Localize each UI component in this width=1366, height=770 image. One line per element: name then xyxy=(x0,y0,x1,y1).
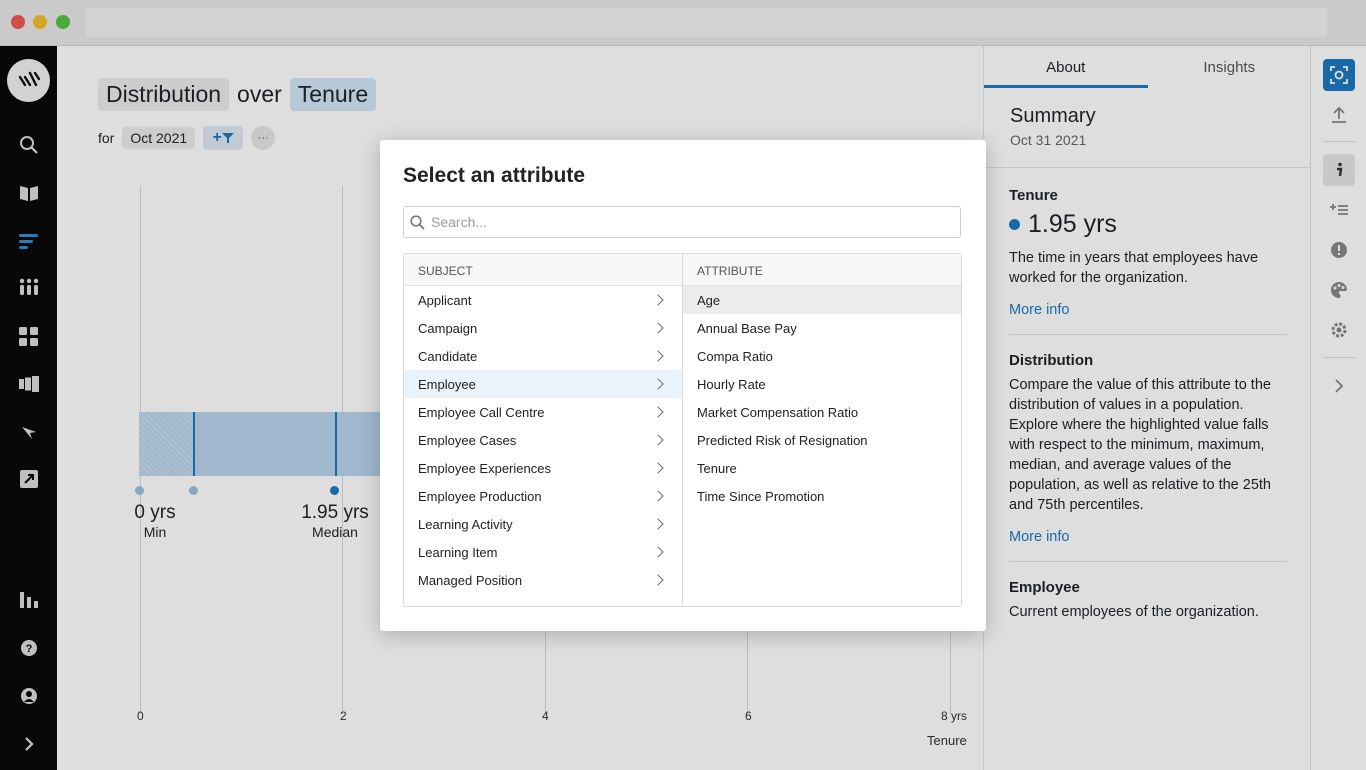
attribute-item[interactable]: Market Compensation Ratio xyxy=(683,398,961,426)
subject-item[interactable]: Employee Production xyxy=(404,482,682,510)
chevron-right-icon xyxy=(652,490,664,502)
subject-item[interactable]: Employee Cases xyxy=(404,426,682,454)
subject-item[interactable]: Applicant xyxy=(404,286,682,314)
attribute-item-label: Compa Ratio xyxy=(697,348,773,364)
subject-column: SUBJECT Applicant Campaign Candidate Emp… xyxy=(404,254,683,606)
subject-item-label: Employee Cases xyxy=(418,432,517,448)
subject-item-label: Employee Production xyxy=(418,488,542,504)
search-icon xyxy=(410,214,425,230)
subject-item[interactable]: Employee Call Centre xyxy=(404,398,682,426)
subject-item[interactable]: Campaign xyxy=(404,314,682,342)
subject-item[interactable]: Learning Item xyxy=(404,538,682,566)
attribute-item-label: Predicted Risk of Resignation xyxy=(697,432,868,448)
attribute-column: ATTRIBUTE Age Annual Base Pay Compa Rati… xyxy=(683,254,961,606)
subject-item-label: Employee Experiences xyxy=(418,460,551,476)
attribute-item-label: Annual Base Pay xyxy=(697,320,797,336)
attribute-picker: SUBJECT Applicant Campaign Candidate Emp… xyxy=(403,253,962,607)
chevron-right-icon xyxy=(652,294,664,306)
chevron-right-icon xyxy=(652,546,664,558)
attribute-item[interactable]: Hourly Rate xyxy=(683,370,961,398)
chevron-right-icon xyxy=(652,462,664,474)
attribute-item[interactable]: Time Since Promotion xyxy=(683,482,961,510)
subject-item-selected[interactable]: Employee xyxy=(404,370,682,398)
subject-item-label: Learning Activity xyxy=(418,516,513,532)
attribute-item-label: Hourly Rate xyxy=(697,376,766,392)
subject-item-label: Managed Position xyxy=(418,572,523,588)
subject-item[interactable]: Managed Position xyxy=(404,566,682,594)
subject-item-label: Applicant xyxy=(418,292,472,308)
subject-item[interactable]: Candidate xyxy=(404,342,682,370)
chevron-right-icon xyxy=(652,350,664,362)
subject-item-label: Employee xyxy=(418,376,476,392)
chevron-right-icon xyxy=(652,322,664,334)
dialog-title: Select an attribute xyxy=(403,164,586,187)
select-attribute-dialog: Select an attribute SUBJECT Applicant Ca… xyxy=(380,140,986,631)
chevron-right-icon xyxy=(652,518,664,530)
subject-item-label: Employee Call Centre xyxy=(418,404,545,420)
attribute-item-highlighted[interactable]: Age xyxy=(683,286,961,314)
subject-item[interactable]: Learning Activity xyxy=(404,510,682,538)
search-field[interactable] xyxy=(403,206,961,238)
subject-item[interactable]: Employee Experiences xyxy=(404,454,682,482)
attribute-item-label: Age xyxy=(697,292,721,308)
attribute-item[interactable]: Compa Ratio xyxy=(683,342,961,370)
subject-header: SUBJECT xyxy=(404,254,682,286)
attribute-item[interactable]: Annual Base Pay xyxy=(683,314,961,342)
subject-item-label: Learning Item xyxy=(418,544,498,560)
attribute-item[interactable]: Tenure xyxy=(683,454,961,482)
attribute-item-label: Tenure xyxy=(697,460,737,476)
chevron-right-icon xyxy=(652,574,664,586)
chevron-right-icon xyxy=(652,406,664,418)
attribute-item[interactable]: Predicted Risk of Resignation xyxy=(683,426,961,454)
attribute-item-label: Time Since Promotion xyxy=(697,488,825,504)
subject-item-label: Candidate xyxy=(418,348,478,364)
attribute-header: ATTRIBUTE xyxy=(683,254,961,286)
chevron-right-icon xyxy=(652,378,664,390)
attribute-item-label: Market Compensation Ratio xyxy=(697,404,859,420)
search-input[interactable] xyxy=(431,214,931,230)
chevron-right-icon xyxy=(652,434,664,446)
subject-item-label: Campaign xyxy=(418,320,478,336)
